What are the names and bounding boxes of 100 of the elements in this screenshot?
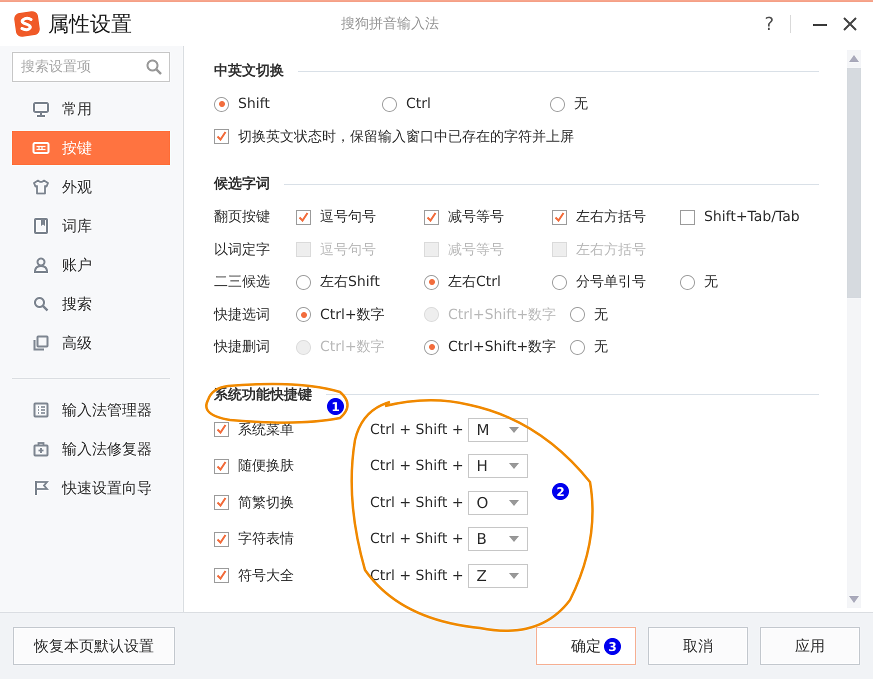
checkbox[interactable] [680, 210, 695, 225]
section-title: 中英文切换 [214, 62, 284, 80]
search-field[interactable]: 搜索设置项 [12, 52, 170, 82]
caret-icon [508, 500, 519, 506]
book-icon [32, 217, 50, 235]
radio-button[interactable] [424, 340, 439, 355]
radio-button[interactable] [424, 274, 439, 290]
monitor-icon [32, 100, 50, 118]
key-dropdown[interactable]: O [468, 490, 528, 515]
option-label: 左右方括号 [576, 208, 646, 226]
option-label: Ctrl+数字 [320, 338, 385, 356]
search-icon [145, 58, 163, 76]
sidebar-item[interactable]: 高级 [12, 326, 170, 360]
checkbox[interactable] [424, 210, 439, 225]
hotkey-prefix: Ctrl + Shift + [370, 494, 464, 511]
window-title: 属性设置 [48, 11, 132, 38]
scroll-up-icon[interactable] [849, 54, 859, 62]
hotkey-prefix: Ctrl + Shift + [370, 458, 464, 474]
row-label: 快捷删词 [214, 338, 271, 356]
shirt-icon [32, 178, 50, 196]
option-label: 左右Ctrl [448, 273, 501, 292]
sidebar-item[interactable]: 常用 [12, 92, 170, 126]
caret-icon [508, 426, 519, 433]
row-label: 翻页按键 [214, 208, 271, 226]
option-label: 字符表情 [238, 530, 294, 548]
key-dropdown[interactable]: Z [468, 564, 528, 588]
option-label: 随便换肤 [238, 457, 294, 476]
checkmark-icon [216, 131, 227, 142]
caret-icon [508, 463, 519, 470]
section-title: 候选字词 [214, 175, 270, 193]
option-label: 分号单引号 [576, 273, 646, 292]
key-dropdown[interactable]: M [468, 418, 528, 442]
checkbox[interactable] [214, 458, 229, 474]
checkbox[interactable] [214, 495, 229, 510]
radio-button[interactable] [214, 96, 229, 112]
radio-button[interactable] [382, 96, 397, 112]
checkbox[interactable] [296, 210, 311, 225]
key-dropdown[interactable]: H [468, 454, 528, 478]
option-label: 无 [704, 273, 718, 292]
option-label: 简繁切换 [238, 494, 294, 512]
sidebar-item[interactable]: 外观 [12, 170, 170, 204]
checkbox[interactable] [552, 210, 567, 225]
option-label: 无 [574, 95, 588, 114]
option-label: 系统菜单 [238, 420, 294, 439]
caret-icon [508, 536, 519, 542]
layers-icon [32, 334, 50, 352]
option-label: 减号等号 [448, 208, 504, 226]
radio-button[interactable] [550, 96, 565, 112]
checkmark-icon [216, 424, 227, 436]
row-label: 以词定字 [214, 240, 271, 259]
option-label: 左右Shift [320, 273, 380, 292]
radio-button[interactable] [680, 274, 695, 290]
option-label: 切换英文状态时，保留输入窗口中已存在的字符并上屏 [238, 128, 574, 146]
caret-icon [508, 572, 519, 579]
sidebar-item[interactable]: 搜索 [12, 287, 170, 321]
checkbox[interactable] [214, 568, 229, 584]
person-icon [32, 256, 50, 274]
annotation-marker: 2 [552, 483, 569, 500]
option-label: Ctrl+数字 [320, 306, 385, 324]
dialog-button[interactable]: 应用 [760, 627, 860, 665]
option-label: Shift+Tab/Tab [704, 209, 800, 226]
option-label: 无 [594, 338, 608, 356]
checkmark-icon [554, 212, 565, 223]
checkbox[interactable] [214, 422, 229, 438]
logo-icon [14, 11, 40, 37]
reset-button[interactable]: 恢复本页默认设置 [13, 627, 175, 665]
checkbox[interactable] [214, 532, 229, 547]
sidebar-item[interactable]: 词库 [12, 209, 170, 243]
search-icon [32, 295, 50, 313]
flag-icon [32, 479, 50, 497]
radio-button[interactable] [570, 307, 586, 322]
sidebar-item[interactable]: 账户 [12, 248, 170, 282]
option-label: 减号等号 [448, 240, 504, 259]
checkmark-icon [216, 534, 227, 545]
scroll-down-icon[interactable] [849, 596, 859, 604]
sidebar-link[interactable]: 快速设置向导 [12, 471, 183, 505]
option-label: Ctrl [406, 96, 431, 112]
option-label: 逗号句号 [320, 208, 376, 226]
row-label: 快捷选词 [214, 306, 271, 324]
checkmark-icon [298, 212, 309, 223]
key-dropdown[interactable]: B [468, 527, 528, 552]
checkmark-icon [216, 497, 227, 508]
row-label: 二三候选 [214, 273, 271, 292]
list-icon [32, 401, 50, 419]
sidebar-link[interactable]: 输入法修复器 [12, 432, 183, 466]
hotkey-prefix: Ctrl + Shift + [370, 422, 464, 438]
radio-button[interactable] [296, 307, 311, 322]
help-button[interactable]: ? [758, 14, 780, 34]
radio-button[interactable] [552, 274, 567, 290]
radio-button[interactable] [570, 340, 586, 355]
dialog-button[interactable]: 取消 [648, 627, 748, 665]
toolbox-icon [32, 440, 50, 458]
annotation-marker: 1 [327, 398, 344, 415]
checkbox[interactable] [214, 129, 229, 144]
option-label: 符号大全 [238, 566, 294, 585]
scrollbar[interactable] [847, 50, 861, 608]
checkmark-icon [426, 212, 437, 223]
radio-button[interactable] [296, 274, 311, 290]
sidebar-link[interactable]: 输入法管理器 [12, 393, 183, 427]
option-label: Ctrl+Shift+数字 [448, 338, 556, 356]
